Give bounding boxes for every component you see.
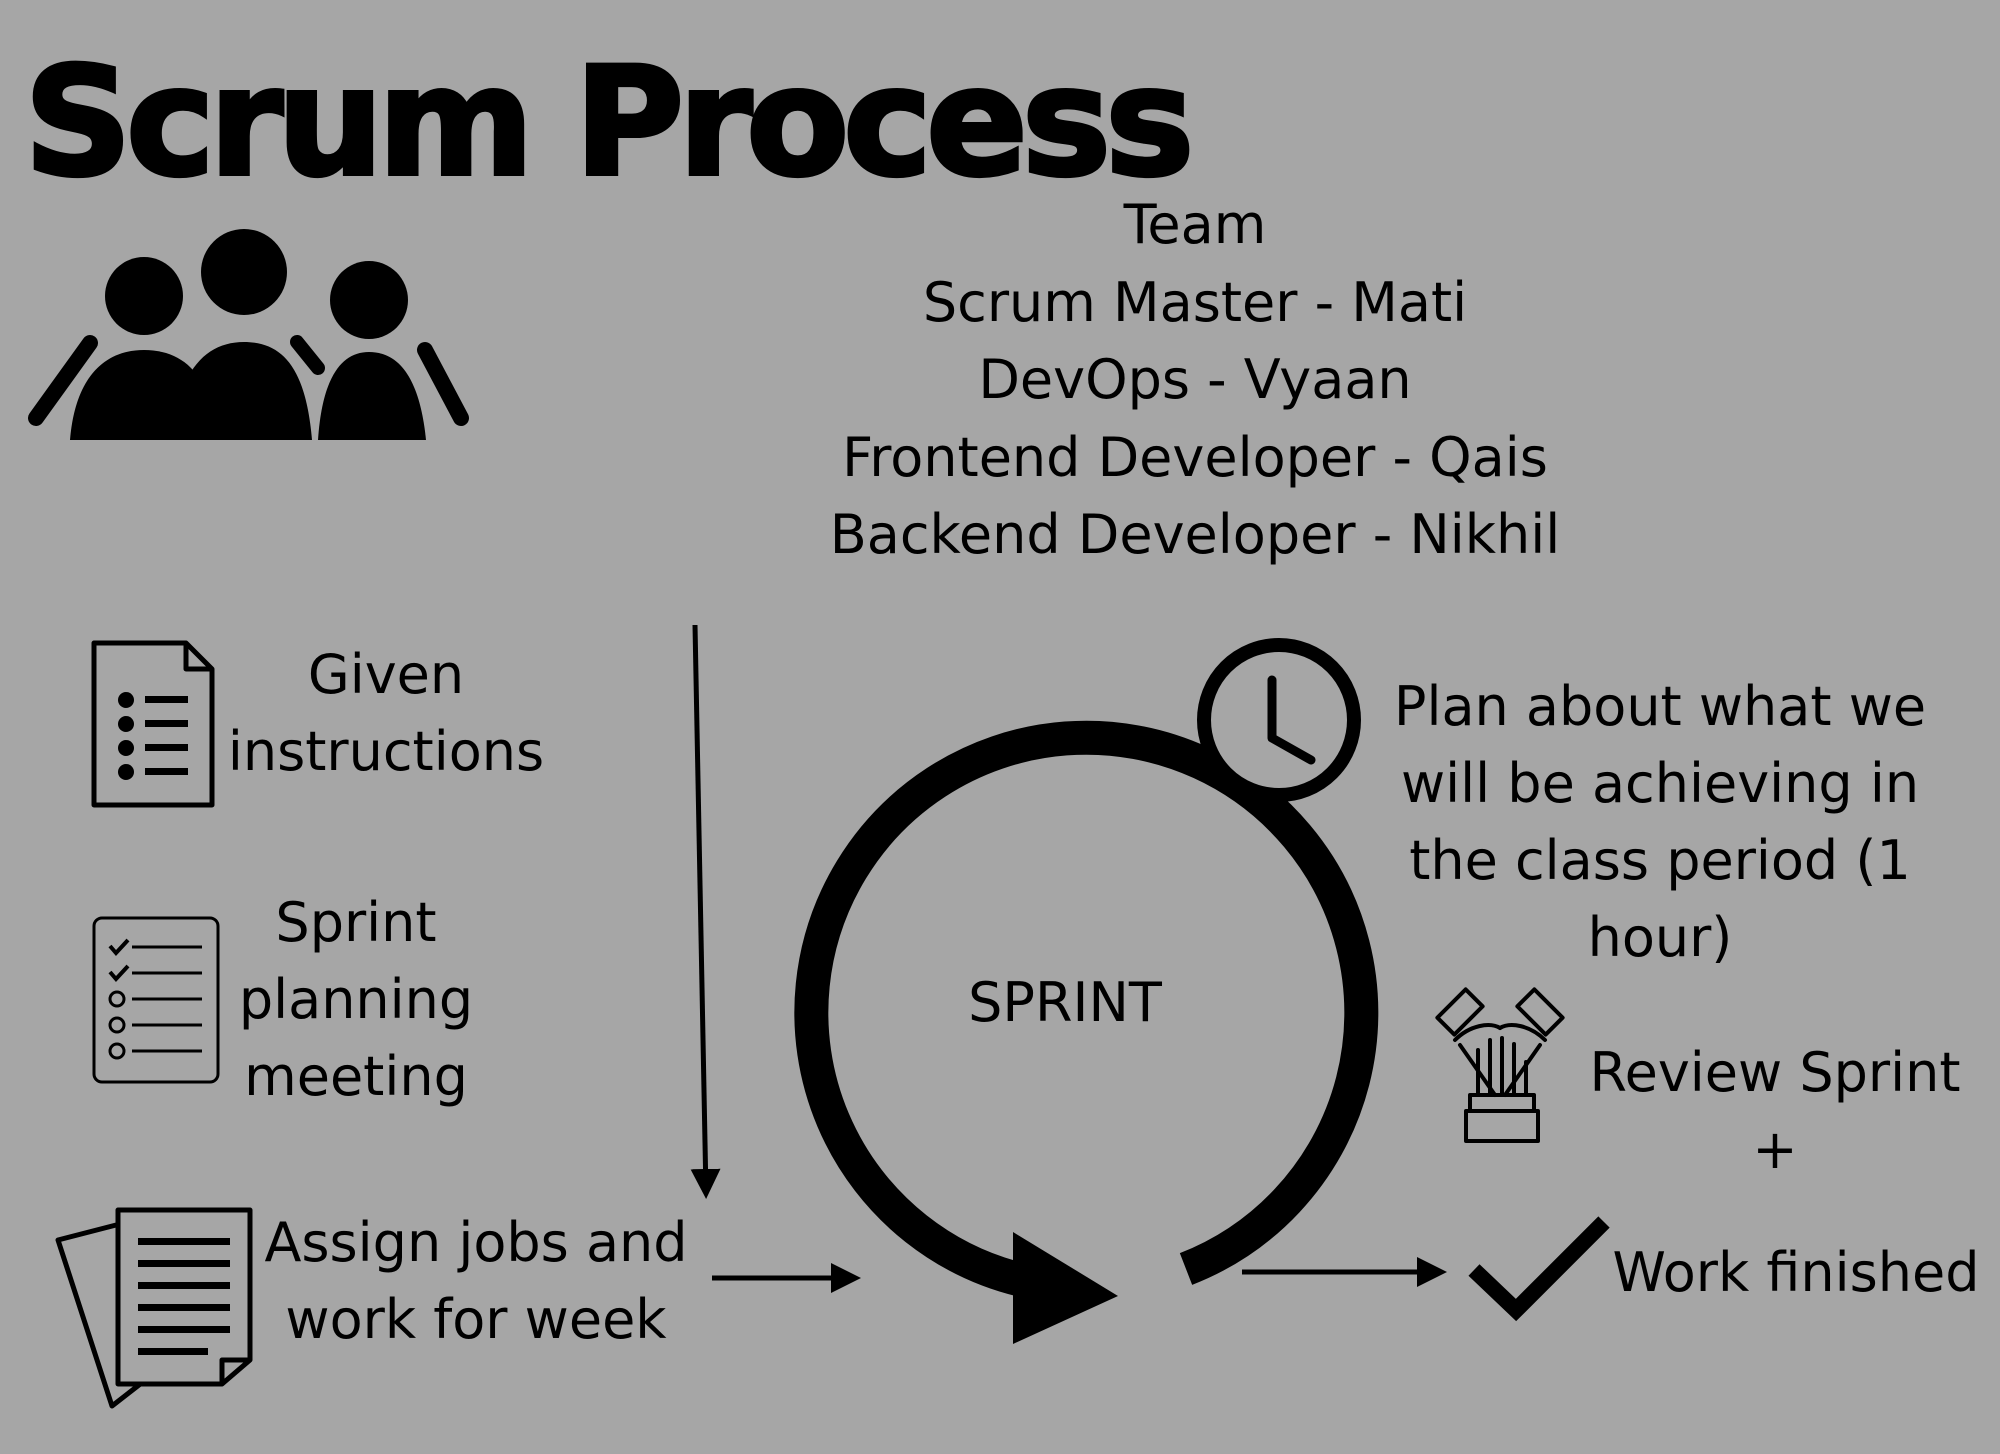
document-list-icon xyxy=(91,640,215,808)
checklist-icon xyxy=(92,916,220,1084)
sprint-cycle-arrow xyxy=(794,720,1379,1344)
clock-icon xyxy=(1197,638,1361,802)
flow-arrow-down xyxy=(690,624,721,1199)
people-group-icon xyxy=(28,229,469,440)
documents-stack-icon xyxy=(55,1207,253,1409)
checkmark-icon xyxy=(1468,1216,1610,1322)
team-hands-icon xyxy=(1435,987,1565,1143)
